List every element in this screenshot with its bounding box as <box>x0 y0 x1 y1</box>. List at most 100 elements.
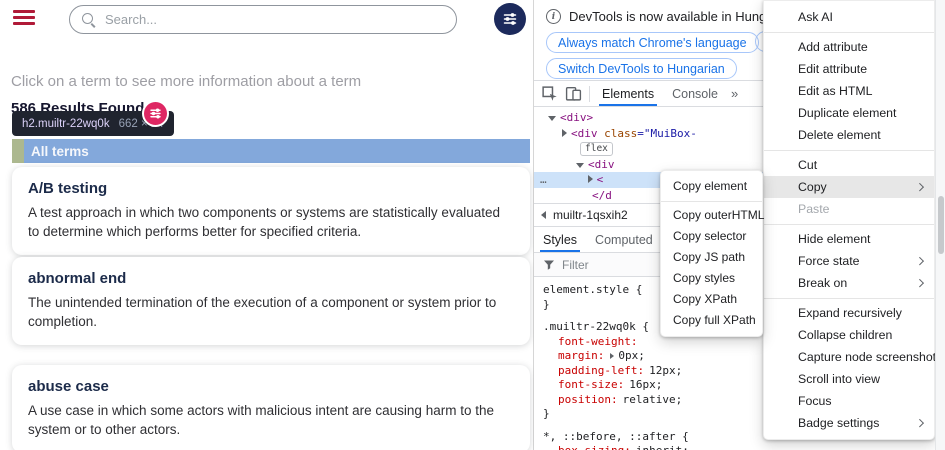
menu-item-label: Duplicate element <box>798 106 896 120</box>
menu-item[interactable] <box>661 201 762 202</box>
menu-item[interactable]: Cut <box>764 154 934 176</box>
section-header-highlight: All terms <box>12 139 530 163</box>
more-actions-icon[interactable]: … <box>540 173 548 186</box>
menu-item[interactable]: Copy outerHTML <box>661 205 762 226</box>
menu-item[interactable] <box>764 224 934 225</box>
floating-filter-button[interactable] <box>142 100 169 127</box>
menu-item-label: Copy selector <box>673 229 746 243</box>
menu-item[interactable]: Force state <box>764 250 934 272</box>
menu-item-label: Copy element <box>673 179 747 193</box>
menu-item[interactable]: Edit attribute <box>764 58 934 80</box>
breadcrumb-scroll-icon[interactable] <box>541 211 546 219</box>
menu-item-label: Copy JS path <box>673 250 745 264</box>
search-icon <box>82 13 96 27</box>
devtools-tab[interactable]: Console <box>663 81 727 106</box>
filter-button[interactable] <box>494 3 526 35</box>
menu-item[interactable]: Expand recursively <box>764 302 934 324</box>
devtools-tab[interactable]: Elements <box>593 81 663 106</box>
menu-item[interactable]: Paste <box>764 198 934 220</box>
language-button[interactable]: Switch DevTools to Hungarian <box>546 58 737 79</box>
menu-item[interactable]: Copy full XPath <box>661 310 762 331</box>
term-card[interactable]: A/B testing A test approach in which two… <box>12 167 530 255</box>
filter-sliders-icon <box>502 11 518 27</box>
context-menu: Ask AI Add attribute Edit attribute Edit… <box>763 0 935 440</box>
term-card[interactable]: abuse case A use case in which some acto… <box>12 365 530 450</box>
scrollbar[interactable] <box>935 0 945 450</box>
menu-item-label: Delete element <box>798 128 881 142</box>
menu-item[interactable]: Edit as HTML <box>764 80 934 102</box>
menu-item-label: Paste <box>798 202 829 216</box>
instruction-text: Click on a term to see more information … <box>11 73 361 90</box>
collapse-arrow-icon[interactable] <box>548 116 556 121</box>
menu-item[interactable] <box>764 150 934 151</box>
menu-item[interactable]: Copy element <box>661 176 762 197</box>
submenu-arrow-icon <box>915 183 923 191</box>
menu-item[interactable]: Copy JS path <box>661 247 762 268</box>
menu-item[interactable]: Delete element <box>764 124 934 146</box>
menu-item-label: Badge settings <box>798 416 879 430</box>
menu-item[interactable]: Badge settings <box>764 412 934 434</box>
scrollbar-thumb[interactable] <box>938 196 944 254</box>
menu-item[interactable] <box>764 298 934 299</box>
flex-badge[interactable]: flex <box>580 142 613 156</box>
term-title: abuse case <box>28 378 514 395</box>
menu-item-label: Copy <box>798 180 827 194</box>
term-description: The unintended termination of the execut… <box>28 293 514 331</box>
menu-item-label: Break on <box>798 276 847 290</box>
menu-item[interactable]: Add attribute <box>764 36 934 58</box>
more-tabs-icon[interactable] <box>727 86 742 101</box>
filter-funnel-icon <box>543 259 555 271</box>
expand-arrow-icon[interactable] <box>562 129 567 137</box>
css-declaration[interactable]: box-sizing:inherit; <box>543 444 945 450</box>
copy-submenu: Copy element Copy outerHTML Copy selecto… <box>660 170 763 337</box>
term-card[interactable]: abnormal end The unintended termination … <box>12 257 530 345</box>
styles-tab[interactable]: Computed <box>586 227 662 252</box>
submenu-arrow-icon <box>915 279 923 287</box>
menu-item[interactable]: Break on <box>764 272 934 294</box>
banner-message: DevTools is now available in Hunga <box>569 9 774 24</box>
search-placeholder: Search... <box>105 12 157 27</box>
menu-item[interactable]: Copy <box>764 176 934 198</box>
divider <box>589 86 590 102</box>
menu-item-label: Capture node screenshot <box>798 350 936 364</box>
menu-item-label: Ask AI <box>798 10 833 24</box>
menu-item[interactable]: Collapse children <box>764 324 934 346</box>
menu-item[interactable]: Copy selector <box>661 226 762 247</box>
menu-item-label: Scroll into view <box>798 372 880 386</box>
menu-item[interactable]: Ask AI <box>764 6 934 28</box>
hamburger-bar <box>13 16 35 19</box>
inspect-element-icon[interactable] <box>541 85 558 102</box>
expand-arrow-icon[interactable] <box>588 175 593 183</box>
tooltip-selector: h2.muiltr-22wq0k <box>22 118 110 130</box>
menu-item-label: Copy full XPath <box>673 313 756 327</box>
menu-item-label: Copy XPath <box>673 292 737 306</box>
menu-item[interactable]: Copy styles <box>661 268 762 289</box>
menu-item-label: Cut <box>798 158 817 172</box>
breadcrumb-item[interactable]: muiltr-1qsxih2 <box>553 208 628 222</box>
expand-arrow-icon <box>610 353 614 359</box>
submenu-arrow-icon <box>915 257 923 265</box>
collapse-arrow-icon[interactable] <box>576 163 584 168</box>
search-input[interactable]: Search... <box>69 5 457 34</box>
menu-item-label: Expand recursively <box>798 306 902 320</box>
glossary-page: Search... Click on a term to see more in… <box>0 0 534 450</box>
menu-item[interactable]: Hide element <box>764 228 934 250</box>
hamburger-bar <box>13 22 35 25</box>
term-title: abnormal end <box>28 270 514 287</box>
menu-item[interactable] <box>764 32 934 33</box>
language-button[interactable]: Always match Chrome's language <box>546 32 759 53</box>
menu-item-label: Collapse children <box>798 328 892 342</box>
menu-item[interactable]: Copy XPath <box>661 289 762 310</box>
filter-sliders-icon <box>149 107 162 120</box>
menu-item[interactable]: Duplicate element <box>764 102 934 124</box>
submenu-arrow-icon <box>915 419 923 427</box>
devtools-tabs: ElementsConsole <box>593 81 727 106</box>
filter-input[interactable]: Filter <box>562 258 589 272</box>
styles-tab[interactable]: Styles <box>534 227 586 252</box>
device-toolbar-icon[interactable] <box>565 85 582 102</box>
term-title: A/B testing <box>28 180 514 197</box>
menu-item[interactable]: Capture node screenshot <box>764 346 934 368</box>
menu-item[interactable]: Focus <box>764 390 934 412</box>
hamburger-menu-button[interactable] <box>13 10 35 25</box>
menu-item[interactable]: Scroll into view <box>764 368 934 390</box>
